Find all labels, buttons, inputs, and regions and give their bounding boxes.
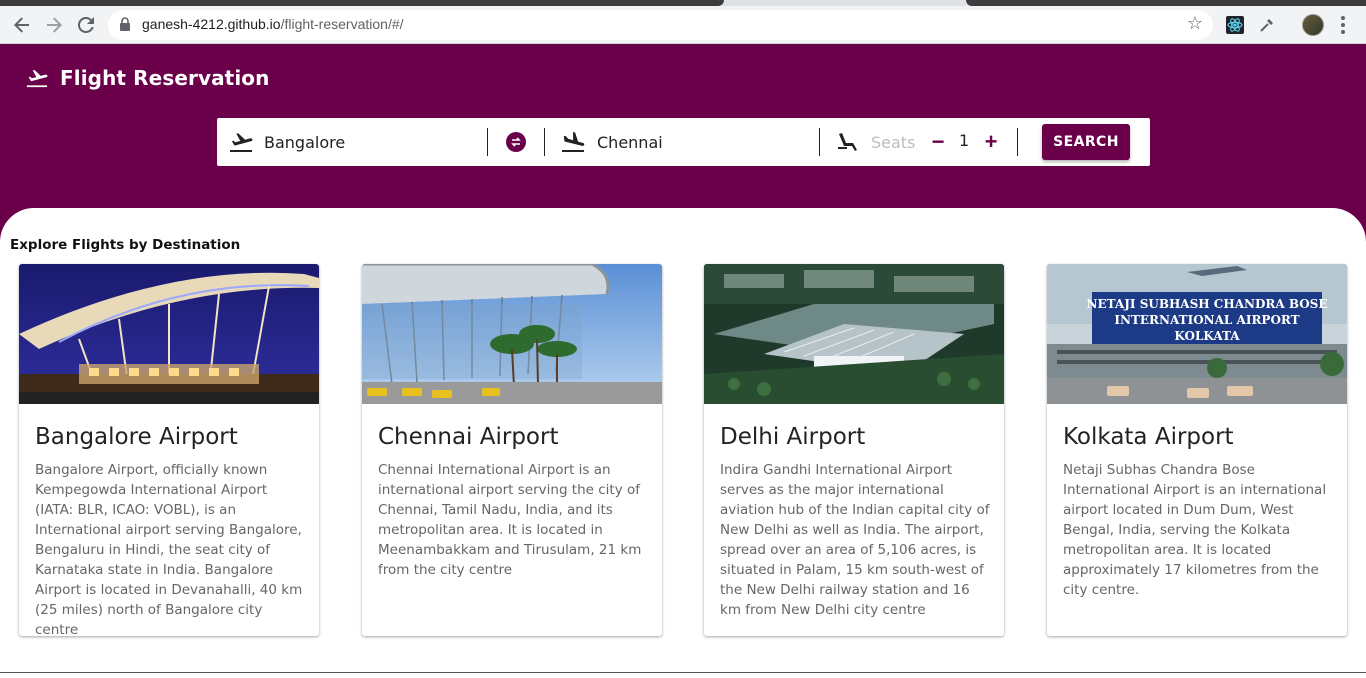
card-image-banner-line: KOLKATA [1174, 329, 1240, 343]
destination-card-bangalore[interactable]: Bangalore Airport Bangalore Airport, off… [19, 264, 319, 636]
card-image-banner-line: NETAJI SUBHASH CHANDRA BOSE [1087, 297, 1328, 311]
search-button[interactable]: SEARCH [1042, 124, 1130, 160]
explore-section: Explore Flights by Destination Bangalore… [0, 208, 1366, 678]
card-image-chennai [362, 264, 662, 404]
url-host: ganesh-4212.github.io [142, 16, 281, 32]
flight-search-bar: Bangalore Chennai Seats − 1 + SEARCH [217, 118, 1150, 166]
flight-land-icon [562, 132, 585, 152]
forward-button[interactable] [41, 12, 67, 38]
divider [1017, 128, 1018, 156]
react-devtools-icon[interactable] [1225, 15, 1245, 35]
origin-input[interactable]: Bangalore [264, 133, 345, 152]
url-text: ganesh-4212.github.io/flight-reservation… [142, 16, 404, 32]
divider [819, 128, 820, 156]
card-description: Bangalore Airport, officially known Kemp… [35, 462, 303, 636]
card-image-delhi [704, 264, 1004, 404]
back-button[interactable] [9, 12, 35, 38]
browser-menu-button[interactable] [1338, 14, 1348, 36]
reload-icon [78, 17, 94, 33]
card-title: Bangalore Airport [35, 424, 238, 450]
increment-seats-button[interactable]: + [979, 130, 1003, 154]
card-title: Kolkata Airport [1063, 424, 1234, 450]
browser-chrome: ganesh-4212.github.io/flight-reservation… [0, 0, 1366, 44]
destination-card-chennai[interactable]: Chennai Airport Chennai International Ai… [362, 264, 662, 636]
card-description: Chennai International Airport is an inte… [378, 462, 642, 578]
lock-icon [120, 17, 130, 31]
eyedropper-icon[interactable] [1257, 15, 1277, 35]
destination-card-kolkata[interactable]: NETAJI SUBHASH CHANDRA BOSE INTERNATIONA… [1047, 264, 1347, 636]
forward-icon [47, 17, 62, 33]
divider [544, 128, 545, 156]
address-bar[interactable]: ganesh-4212.github.io/flight-reservation… [108, 10, 1213, 40]
card-image-bangalore [19, 264, 319, 404]
card-title: Delhi Airport [720, 424, 866, 450]
back-icon [14, 17, 29, 33]
card-description: Netaji Subhas Chandra Bose International… [1063, 462, 1327, 598]
seat-icon [838, 133, 857, 151]
flight-takeoff-icon [230, 133, 253, 152]
flight-takeoff-icon [26, 70, 48, 88]
swap-icon [511, 137, 521, 147]
swap-button[interactable] [506, 132, 526, 152]
origin-field[interactable]: Bangalore [229, 118, 489, 166]
destination-input[interactable]: Chennai [597, 133, 663, 152]
card-title: Chennai Airport [378, 424, 559, 450]
reload-button[interactable] [73, 12, 99, 38]
brand: Flight Reservation [26, 66, 269, 90]
card-image-banner-line: INTERNATIONAL AIRPORT [1114, 313, 1299, 327]
decrement-seats-button[interactable]: − [926, 130, 950, 154]
star-icon[interactable]: ☆ [1187, 13, 1203, 34]
destination-card-delhi[interactable]: Delhi Airport Indira Gandhi Internationa… [704, 264, 1004, 636]
seats-field: Seats [837, 118, 917, 166]
seat-count: 1 [959, 131, 970, 150]
divider [487, 128, 488, 156]
destination-field[interactable]: Chennai [561, 118, 811, 166]
app-root: Flight Reservation Bangalore Chennai Sea… [0, 44, 1366, 678]
url-path: /flight-reservation/#/ [280, 16, 404, 32]
page-title: Flight Reservation [60, 66, 270, 90]
card-description: Indira Gandhi International Airport serv… [720, 462, 990, 618]
seats-placeholder: Seats [871, 132, 916, 152]
avatar[interactable] [1302, 14, 1324, 36]
section-title: Explore Flights by Destination [10, 237, 241, 253]
card-image-kolkata: NETAJI SUBHASH CHANDRA BOSE INTERNATIONA… [1047, 264, 1347, 404]
browser-toolbar: ganesh-4212.github.io/flight-reservation… [0, 6, 1366, 44]
